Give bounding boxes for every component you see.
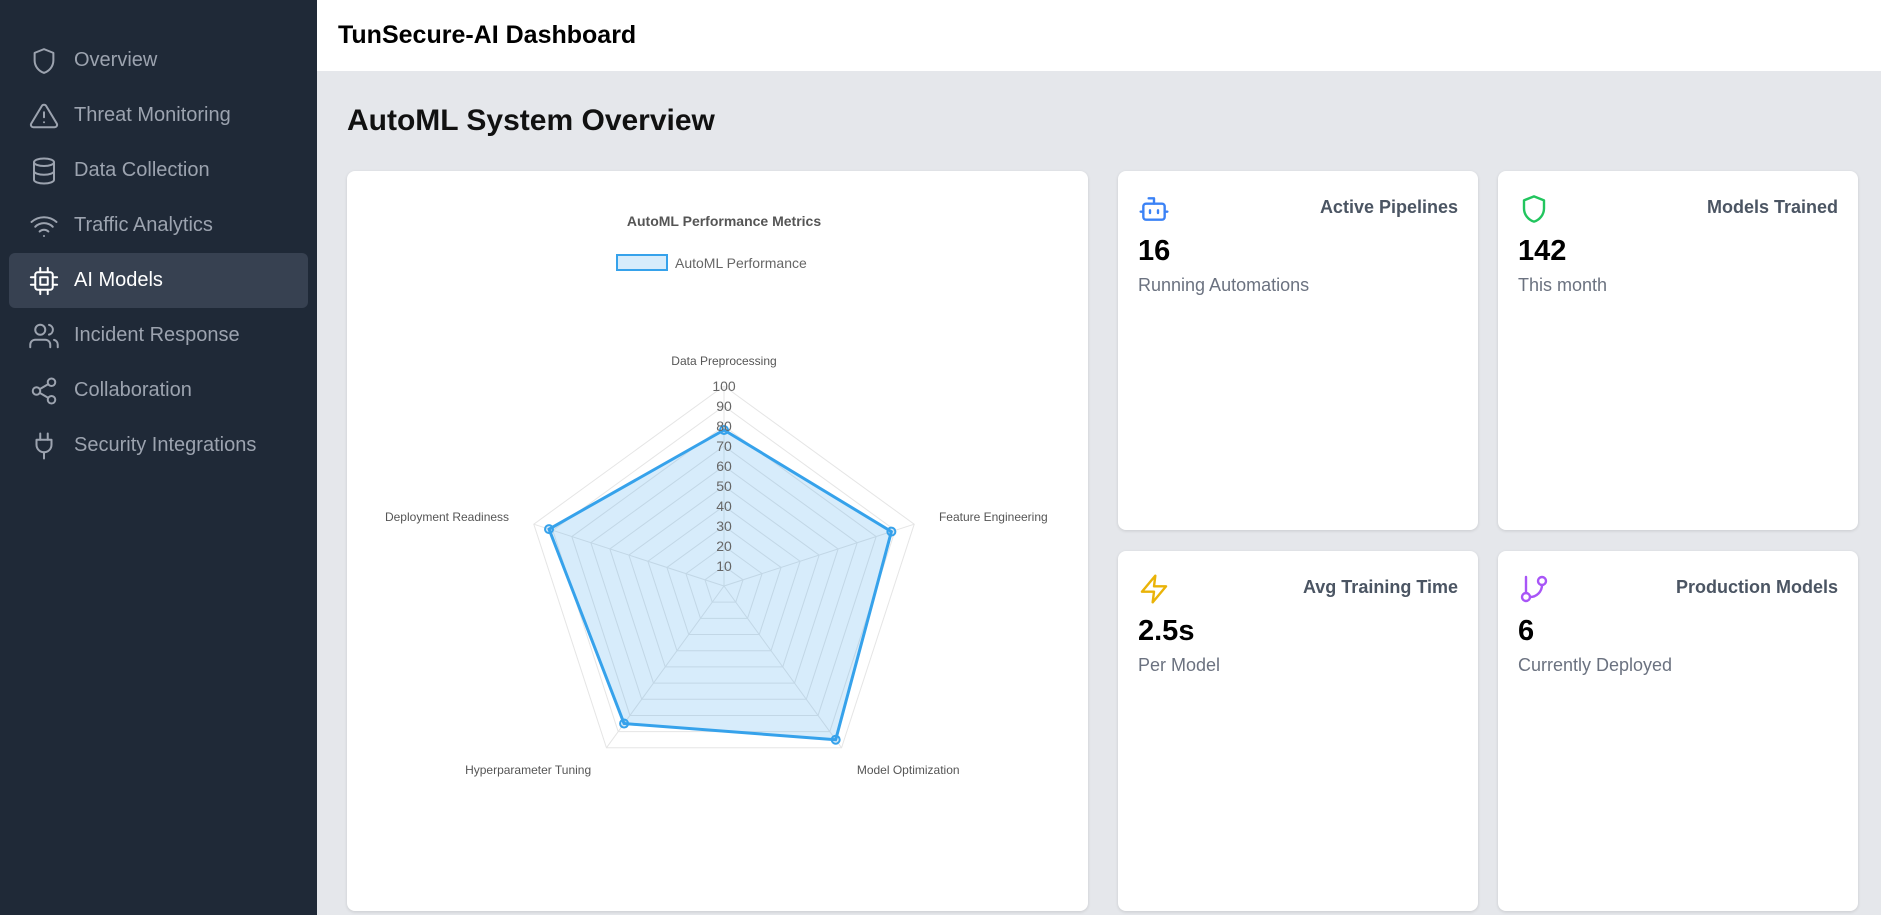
- sidebar-item-ai-models[interactable]: AI Models: [9, 253, 308, 308]
- cpu-icon: [29, 266, 59, 296]
- axis-label: Feature Engineering: [939, 510, 1048, 524]
- tick-label: 70: [716, 438, 732, 454]
- alert-triangle-icon: [29, 101, 59, 131]
- stat-title: Production Models: [1676, 577, 1838, 597]
- chart-card: AutoML Performance Metrics AutoML Perform…: [347, 171, 1088, 911]
- git-branch-icon: [1518, 573, 1550, 605]
- sidebar-item-collaboration[interactable]: Collaboration: [9, 363, 308, 418]
- axis-label: Data Preprocessing: [671, 354, 776, 368]
- shield-icon: [1518, 193, 1550, 225]
- stat-card-models-trained: Models Trained 142 This month: [1498, 171, 1858, 530]
- database-icon: [29, 156, 59, 186]
- app-title: TunSecure-AI Dashboard: [338, 21, 637, 49]
- stat-card-avg-training-time: Avg Training Time 2.5s Per Model: [1118, 551, 1478, 911]
- sidebar-item-threat-monitoring[interactable]: Threat Monitoring: [9, 88, 308, 143]
- sidebar: Overview Threat Monitoring Data Collecti…: [0, 0, 317, 915]
- stat-title: Active Pipelines: [1319, 197, 1458, 217]
- tick-label: 50: [716, 478, 732, 494]
- sidebar-item-data-collection[interactable]: Data Collection: [9, 143, 308, 198]
- stat-subtitle: This month: [1518, 275, 1608, 295]
- stat-value: 6: [1518, 615, 1535, 647]
- tick-label: 10: [716, 558, 732, 574]
- bot-icon: [1138, 193, 1170, 225]
- tick-label: 100: [712, 378, 736, 394]
- chart-title: AutoML Performance Metrics: [627, 213, 821, 229]
- sidebar-item-label: Security Integrations: [74, 434, 257, 456]
- sidebar-item-label: AI Models: [74, 269, 163, 291]
- share-icon: [29, 376, 59, 406]
- tick-label: 20: [716, 538, 732, 554]
- sidebar-item-label: Traffic Analytics: [74, 214, 213, 236]
- sidebar-item-label: Collaboration: [74, 379, 192, 401]
- sidebar-item-label: Data Collection: [74, 159, 210, 181]
- sidebar-item-label: Threat Monitoring: [74, 104, 231, 126]
- users-icon: [29, 321, 59, 351]
- zap-icon: [1138, 573, 1170, 605]
- radar-chart: AutoML Performance Metrics AutoML Perform…: [385, 213, 1048, 777]
- axis-label: Model Optimization: [857, 763, 960, 777]
- page-title: AutoML System Overview: [347, 104, 715, 137]
- stat-subtitle: Running Automations: [1138, 275, 1310, 295]
- stat-value: 16: [1138, 235, 1171, 267]
- tick-label: 60: [716, 458, 732, 474]
- tick-label: 90: [716, 398, 732, 414]
- tick-label: 40: [716, 498, 732, 514]
- data-point: [886, 526, 897, 537]
- axis-label: Hyperparameter Tuning: [465, 763, 591, 777]
- sidebar-item-incident-response[interactable]: Incident Response: [9, 308, 308, 363]
- sidebar-item-security-integrations[interactable]: Security Integrations: [9, 418, 308, 473]
- sidebar-item-label: Incident Response: [74, 324, 240, 346]
- legend-swatch: [616, 254, 668, 271]
- data-point: [830, 734, 841, 745]
- stat-value: 142: [1518, 235, 1567, 267]
- tick-label: 80: [716, 418, 732, 434]
- stat-value: 2.5s: [1138, 615, 1195, 647]
- shield-icon: [29, 46, 59, 76]
- top-bar: TunSecure-AI Dashboard: [317, 0, 1881, 71]
- stat-card-production-models: Production Models 6 Currently Deployed: [1498, 551, 1858, 911]
- plug-icon: [29, 431, 59, 461]
- legend-label: AutoML Performance: [675, 255, 807, 271]
- stat-title: Avg Training Time: [1302, 577, 1458, 597]
- stat-title: Models Trained: [1706, 197, 1838, 217]
- data-point: [544, 524, 555, 535]
- wifi-icon: [29, 211, 59, 241]
- axis-label: Deployment Readiness: [385, 510, 509, 524]
- sidebar-item-traffic-analytics[interactable]: Traffic Analytics: [9, 198, 308, 253]
- stat-card-active-pipelines: Active Pipelines 16 Running Automations: [1118, 171, 1478, 530]
- stat-subtitle: Currently Deployed: [1518, 655, 1673, 675]
- tick-label: 30: [716, 518, 732, 534]
- data-area: [547, 428, 893, 742]
- stat-subtitle: Per Model: [1138, 655, 1221, 675]
- sidebar-item-label: Overview: [74, 49, 158, 71]
- sidebar-item-overview[interactable]: Overview: [9, 33, 308, 88]
- data-point: [619, 718, 630, 729]
